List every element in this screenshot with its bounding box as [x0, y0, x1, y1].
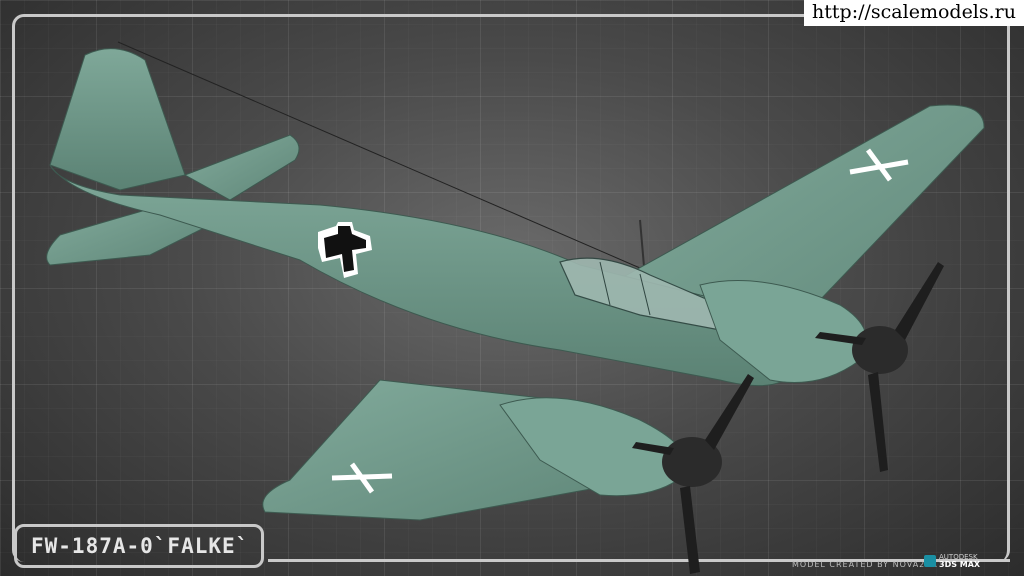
autodesk-logo-icon — [924, 555, 936, 567]
model-credit: MODEL CREATED BY NOVA29R — [792, 560, 938, 569]
right-prop-blade-2 — [868, 372, 888, 472]
vertical-tail — [49, 48, 186, 191]
right-stabilizer — [183, 134, 300, 201]
software-brand: AUTODESK 3DS MAX — [924, 553, 980, 569]
left-prop-blade-2 — [680, 486, 700, 574]
right-prop-blade-1 — [895, 262, 944, 340]
brand-product: 3DS MAX — [939, 560, 981, 569]
model-title: FW-187A-0`FALKE` — [31, 534, 250, 558]
title-plate: FW-187A-0`FALKE` — [14, 524, 264, 568]
source-watermark: http://scalemodels.ru — [804, 0, 1024, 26]
aircraft-render — [46, 41, 985, 574]
left-prop-blade-1 — [705, 374, 754, 450]
